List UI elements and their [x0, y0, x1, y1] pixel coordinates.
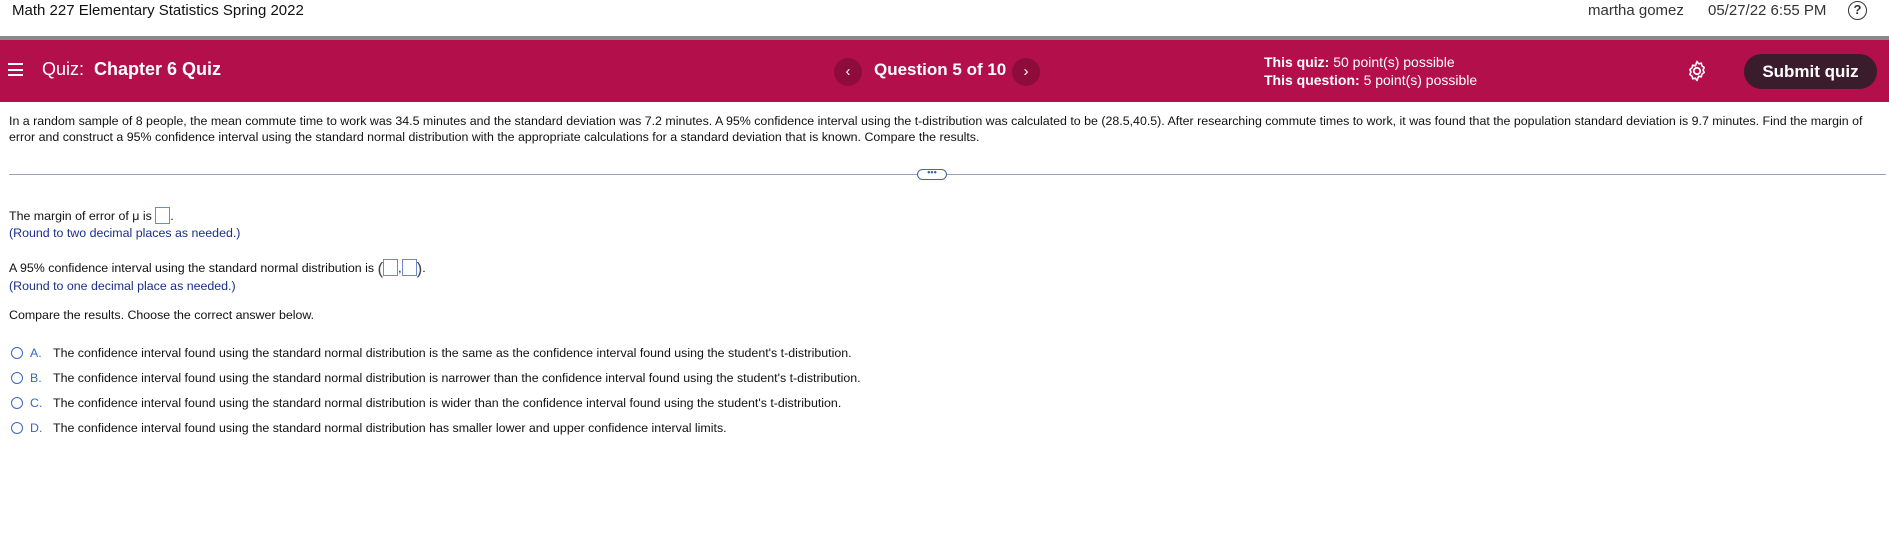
quiz-name: Chapter 6 Quiz [94, 59, 222, 79]
ci-lower-input[interactable] [383, 259, 399, 276]
option-text: The confidence interval found using the … [53, 421, 727, 435]
submit-quiz-button[interactable]: Submit quiz [1744, 54, 1877, 89]
option-text: The confidence interval found using the … [53, 371, 861, 385]
previous-question-button[interactable]: ‹ [834, 58, 862, 86]
answer-option-d[interactable]: D. The confidence interval found using th… [11, 421, 727, 439]
radio-button-b[interactable] [11, 372, 23, 384]
radio-button-a[interactable] [11, 347, 23, 359]
margin-rounding-hint: (Round to two decimal places as needed.) [9, 226, 241, 240]
question-counter[interactable]: Question 5 of 10 [874, 60, 1006, 80]
this-question-label: This question: [1264, 72, 1360, 88]
quiz-header: Quiz: Chapter 6 Quiz ‹ Question 5 of 10 … [0, 40, 1889, 102]
points-info: This quiz: 50 point(s) possible This que… [1264, 53, 1477, 89]
this-quiz-value: 50 point(s) possible [1333, 54, 1455, 70]
help-icon[interactable]: ? [1848, 1, 1867, 20]
option-letter: B. [30, 371, 42, 385]
margin-of-error-row: The margin of error of μ is . [9, 207, 174, 224]
problem-statement: In a random sample of 8 people, the mean… [9, 114, 1863, 144]
settings-gear-icon[interactable] [1685, 59, 1709, 83]
option-letter: A. [30, 346, 42, 360]
ci-upper-input[interactable] [401, 259, 417, 276]
datetime: 05/27/22 6:55 PM [1708, 2, 1827, 19]
ci-rounding-hint: (Round to one decimal place as needed.) [9, 279, 236, 293]
user-name[interactable]: martha gomez [1588, 2, 1684, 19]
next-question-button[interactable]: › [1012, 58, 1040, 86]
this-quiz-label: This quiz: [1264, 54, 1330, 70]
hamburger-menu-icon[interactable] [8, 63, 23, 76]
question-divider [9, 174, 1886, 175]
close-paren: ) [416, 259, 423, 278]
option-text: The confidence interval found using the … [53, 346, 852, 360]
radio-button-c[interactable] [11, 397, 23, 409]
course-title: Math 227 Elementary Statistics Spring 20… [12, 2, 304, 19]
top-bar: Math 227 Elementary Statistics Spring 20… [0, 0, 1889, 36]
margin-of-error-input[interactable] [155, 207, 171, 224]
expand-handle-button[interactable]: ••• [917, 168, 947, 180]
quiz-label: Quiz: [42, 59, 85, 79]
answer-option-a[interactable]: A. The confidence interval found using th… [11, 346, 852, 364]
answer-option-b[interactable]: B. The confidence interval found using th… [11, 371, 861, 389]
option-text: The confidence interval found using the … [53, 396, 842, 410]
compare-prompt: Compare the results. Choose the correct … [9, 308, 315, 322]
margin-of-error-prompt: The margin of error of μ is [9, 209, 152, 223]
radio-button-d[interactable] [11, 422, 23, 434]
option-letter: D. [30, 421, 43, 435]
this-question-value: 5 point(s) possible [1363, 72, 1478, 88]
confidence-interval-prompt: A 95% confidence interval using the stan… [9, 261, 375, 275]
answer-option-c[interactable]: C. The confidence interval found using th… [11, 396, 841, 414]
option-letter: C. [30, 396, 43, 410]
confidence-interval-row: A 95% confidence interval using the stan… [9, 259, 426, 278]
